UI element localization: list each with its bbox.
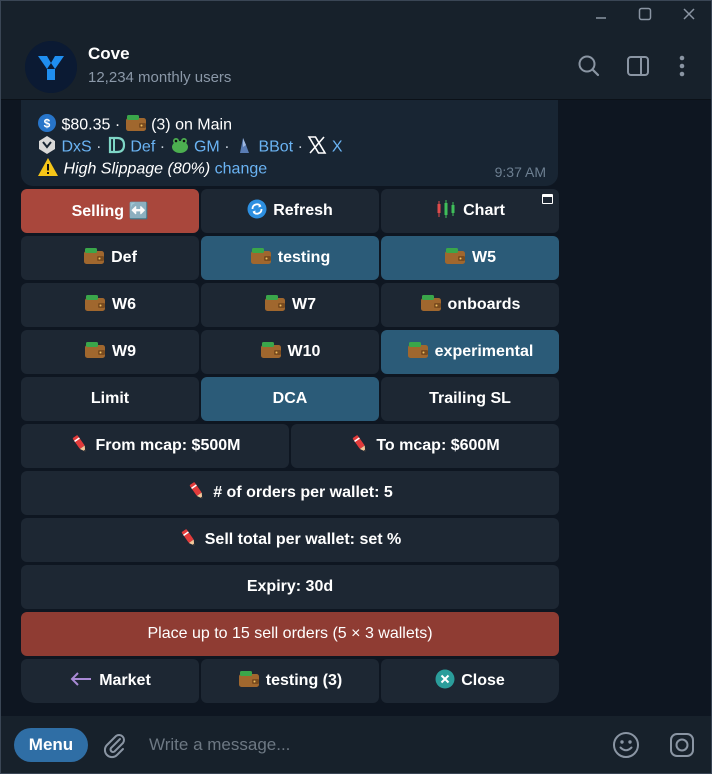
- sidebar-toggle-icon[interactable]: [625, 53, 651, 79]
- candlestick-chart-icon: [435, 199, 457, 224]
- wallet-icon: [407, 341, 429, 364]
- wallet-icon: [125, 114, 147, 137]
- web-app-icon: [542, 194, 553, 204]
- balance-value: $80.35: [61, 116, 111, 134]
- refresh-icon: [247, 199, 267, 224]
- wallet-icon: [264, 294, 286, 317]
- wallet-icon: [250, 247, 272, 270]
- pencil-icon: [350, 434, 370, 459]
- wallet-selection-button[interactable]: testing (3): [201, 659, 379, 703]
- keyboard-row: Place up to 15 sell orders (5 × 3 wallet…: [21, 612, 559, 656]
- keyboard-row: # of orders per wallet: 5: [21, 471, 559, 515]
- pencil-icon: [187, 481, 207, 506]
- pencil-icon: [179, 528, 199, 553]
- expiry-button[interactable]: Expiry: 30d: [21, 565, 559, 609]
- camera-icon[interactable]: [668, 731, 696, 759]
- order-type-trailing-sl-button[interactable]: Trailing SL: [381, 377, 559, 421]
- keyboard-row: Limit DCA Trailing SL: [21, 377, 559, 421]
- keyboard-row: Def testing W5: [21, 236, 559, 280]
- keyboard-row: Expiry: 30d: [21, 565, 559, 609]
- link-x[interactable]: X: [332, 139, 343, 156]
- wallet-button-w9[interactable]: W9: [21, 330, 199, 374]
- paperclip-icon[interactable]: [101, 731, 129, 759]
- minimize-icon[interactable]: [590, 7, 612, 27]
- chat-subtitle: 12,234 monthly users: [88, 69, 232, 86]
- keyboard-row: W9 W10 experimental: [21, 330, 559, 374]
- avatar[interactable]: [25, 41, 77, 93]
- link-def[interactable]: Def: [130, 139, 155, 156]
- keyboard-row: W6 W7 onboards: [21, 283, 559, 327]
- wallet-icon: [420, 294, 442, 317]
- arrow-left-icon: [69, 671, 93, 692]
- x-logo-icon: [307, 135, 327, 160]
- back-to-market-button[interactable]: Market: [21, 659, 199, 703]
- message-bubble: $ $80.35 · (3) on Main DxS · Def · GM · …: [21, 100, 558, 186]
- wallet-icon: [83, 247, 105, 270]
- wallet-button-onboards[interactable]: onboards: [381, 283, 559, 327]
- place-sell-orders-button[interactable]: Place up to 15 sell orders (5 × 3 wallet…: [21, 612, 559, 656]
- message-input-bar: Menu Write a message...: [1, 716, 711, 773]
- cove-logo-icon: [25, 41, 77, 93]
- svg-text:$: $: [44, 117, 51, 131]
- wallet-summary: (3) on Main: [151, 116, 232, 134]
- change-slippage-link[interactable]: change: [215, 161, 268, 178]
- close-circle-icon: [435, 669, 455, 694]
- more-vertical-icon[interactable]: [669, 53, 695, 79]
- search-icon[interactable]: [576, 53, 602, 79]
- wallet-button-w7[interactable]: W7: [201, 283, 379, 327]
- slippage-line: High Slippage (80%) change: [37, 157, 267, 182]
- emoji-icon[interactable]: [612, 731, 640, 759]
- message-time: 9:37 AM: [494, 164, 546, 180]
- from-mcap-button[interactable]: From mcap: $500M: [21, 424, 289, 468]
- maximize-icon[interactable]: [634, 7, 656, 27]
- wallet-button-testing[interactable]: testing: [201, 236, 379, 280]
- telegram-window: Cove 12,234 monthly users $ $80.35 · (3)…: [0, 0, 712, 774]
- keyboard-row: From mcap: $500M To mcap: $600M: [21, 424, 559, 468]
- pencil-icon: [70, 434, 90, 459]
- wallet-button-w5[interactable]: W5: [381, 236, 559, 280]
- wallet-icon: [84, 341, 106, 364]
- orders-per-wallet-button[interactable]: # of orders per wallet: 5: [21, 471, 559, 515]
- slippage-text: High Slippage (80%): [63, 160, 211, 178]
- wallet-icon: [444, 247, 466, 270]
- wallet-icon: [238, 670, 260, 693]
- link-bbot[interactable]: BBot: [258, 139, 293, 156]
- keyboard-row: Sell total per wallet: set %: [21, 518, 559, 562]
- sell-total-per-wallet-button[interactable]: Sell total per wallet: set %: [21, 518, 559, 562]
- selling-toggle-button[interactable]: Selling ↔️: [21, 189, 199, 233]
- link-gm[interactable]: GM: [194, 139, 220, 156]
- order-type-dca-button[interactable]: DCA: [201, 377, 379, 421]
- to-mcap-button[interactable]: To mcap: $600M: [291, 424, 559, 468]
- menu-button[interactable]: Menu: [14, 728, 88, 762]
- message-input[interactable]: Write a message...: [149, 735, 290, 755]
- wallet-icon: [260, 341, 282, 364]
- wallet-icon: [84, 294, 106, 317]
- warning-icon: [37, 157, 59, 182]
- wallet-button-w6[interactable]: W6: [21, 283, 199, 327]
- order-type-limit-button[interactable]: Limit: [21, 377, 199, 421]
- chat-header: Cove 12,234 monthly users: [1, 33, 711, 100]
- close-icon[interactable]: [678, 7, 700, 27]
- keyboard-row: Market testing (3) Close: [21, 659, 559, 703]
- wallet-button-experimental[interactable]: experimental: [381, 330, 559, 374]
- refresh-button[interactable]: Refresh: [201, 189, 379, 233]
- wallet-button-w10[interactable]: W10: [201, 330, 379, 374]
- chart-button[interactable]: Chart: [381, 189, 559, 233]
- close-button[interactable]: Close: [381, 659, 559, 703]
- link-dxs[interactable]: DxS: [61, 139, 91, 156]
- chat-area: $ $80.35 · (3) on Main DxS · Def · GM · …: [1, 100, 711, 716]
- title-bar: [1, 1, 711, 33]
- chat-title[interactable]: Cove: [88, 44, 130, 64]
- keyboard-row: Selling ↔️ Refresh Chart: [21, 189, 559, 233]
- wallet-button-def[interactable]: Def: [21, 236, 199, 280]
